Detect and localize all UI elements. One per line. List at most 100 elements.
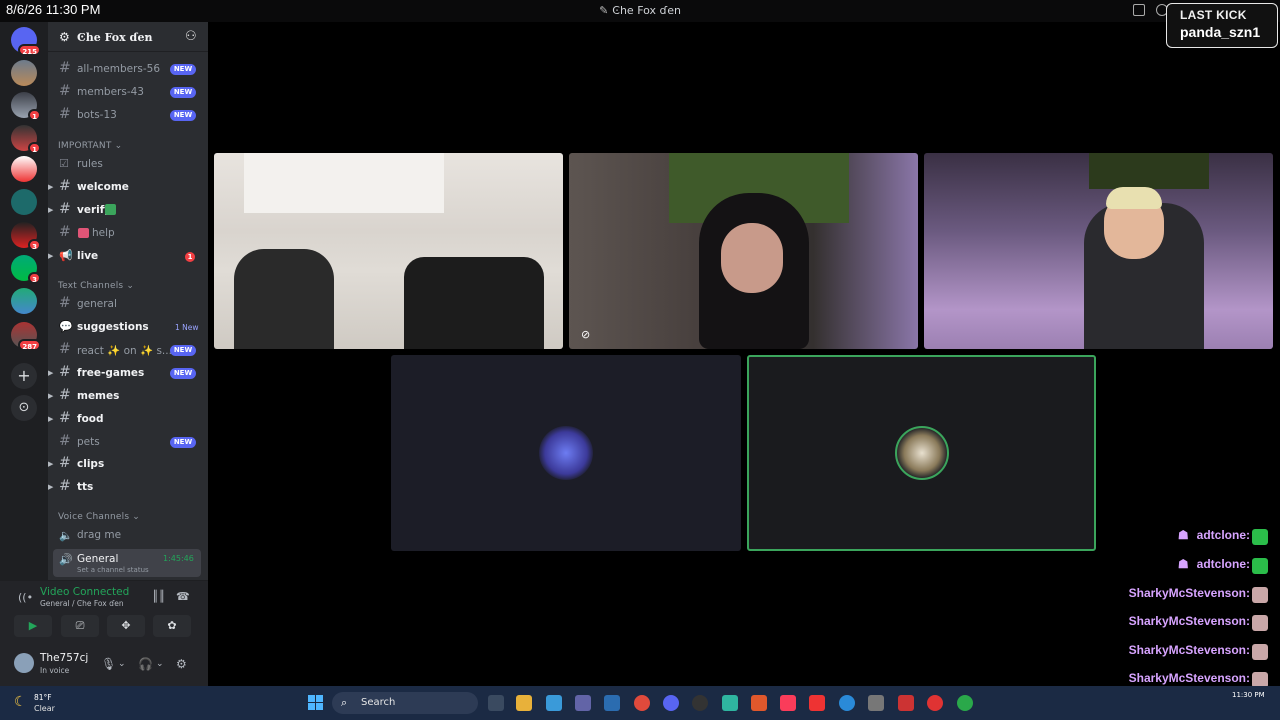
settings-icon[interactable]: ⚙ — [176, 657, 187, 671]
unread-arrow-icon: ▶ — [48, 460, 54, 468]
category-text-channels[interactable]: Text Channels ⌄ — [58, 281, 134, 291]
app-icon[interactable] — [722, 695, 738, 711]
screen-share-button[interactable]: ⎚ — [61, 615, 99, 637]
invite-icon[interactable]: ⚇ — [185, 29, 197, 44]
server-icon[interactable]: 3 — [11, 222, 41, 251]
chat-colon: : — [1246, 586, 1250, 600]
chat-colon: : — [1246, 671, 1250, 685]
chair-image — [234, 249, 334, 349]
brave-icon[interactable] — [751, 695, 767, 711]
channel-food[interactable]: ▶ # food — [48, 410, 208, 430]
weather-description[interactable]: Clear — [34, 704, 55, 713]
video-tile-avatar[interactable] — [391, 355, 741, 551]
channel-members[interactable]: # members-43 NEW — [48, 83, 208, 103]
server-icon[interactable]: 287 — [11, 322, 41, 351]
channel-all-members[interactable]: # all-members-56 NEW — [48, 60, 208, 80]
voice-channel-general[interactable]: 🔊 General 1:45:46 Set a channel status — [53, 549, 201, 577]
opera-icon[interactable] — [927, 695, 943, 711]
signal-icon[interactable]: ((• — [18, 591, 33, 604]
app-icon[interactable] — [898, 695, 914, 711]
channel-rules[interactable]: ☑ rules — [48, 155, 208, 175]
store-icon[interactable] — [604, 695, 620, 711]
voice-status: Video Connected — [40, 586, 130, 598]
chat-message: SharkyMcStevenson: — [1129, 614, 1250, 628]
tray-clock[interactable]: 11:30 PM — [1232, 691, 1265, 699]
channel-pets[interactable]: # pets NEW — [48, 433, 208, 453]
server-icon[interactable] — [11, 189, 37, 215]
direct-messages-button[interactable]: 215 — [11, 27, 41, 56]
avatar[interactable] — [14, 653, 34, 673]
server-icon[interactable] — [11, 156, 37, 182]
video-tile-kitchen[interactable] — [214, 153, 563, 349]
help-icon[interactable] — [839, 695, 855, 711]
soundboard-button[interactable]: ✿ — [153, 615, 191, 637]
channel-label: tts — [77, 481, 94, 493]
channel-label: memes — [77, 390, 120, 402]
chat-emote-icon — [1252, 529, 1268, 545]
windows-start-icon[interactable] — [308, 695, 324, 711]
inbox-icon[interactable] — [1133, 4, 1145, 16]
channel-help[interactable]: # help — [48, 224, 208, 244]
unread-arrow-icon: ▶ — [48, 415, 54, 423]
noise-suppression-icon[interactable]: ║║ — [152, 590, 165, 603]
chat-username: SharkyMcStevenson — [1128, 586, 1246, 600]
speaker-icon: 🔊 — [59, 553, 73, 566]
server-icon[interactable]: 3 — [11, 255, 41, 284]
file-explorer-icon[interactable] — [516, 695, 532, 711]
channel-free-games[interactable]: ▶ # free-games NEW — [48, 364, 208, 384]
channel-suggestions[interactable]: 💬 suggestions 1 New — [48, 318, 208, 338]
weather-temperature[interactable]: 81°F — [34, 693, 52, 702]
headphones-icon[interactable]: 🎧 — [138, 657, 153, 671]
app-icon[interactable] — [809, 695, 825, 711]
channel-bots[interactable]: # bots-13 NEW — [48, 106, 208, 126]
server-icon[interactable] — [11, 60, 37, 86]
taskbar-search[interactable]: ⌕ Search — [332, 692, 478, 714]
obs-icon[interactable] — [692, 695, 708, 711]
channel-tts[interactable]: ▶ # tts — [48, 478, 208, 498]
server-icon[interactable]: 1 — [11, 125, 41, 154]
copilot-icon[interactable] — [546, 695, 562, 711]
add-server-icon[interactable]: + — [11, 363, 37, 389]
server-settings-icon: ⚙ — [59, 30, 70, 44]
app-icon[interactable] — [868, 695, 884, 711]
last-kick-user: panda_szn1 — [1180, 24, 1261, 40]
channel-label: suggestions — [77, 321, 149, 333]
channel-react[interactable]: # react ✨ on ✨ s... NEW — [48, 341, 208, 361]
channel-live[interactable]: ▶ 📢 live 1 — [48, 247, 208, 267]
discover-icon[interactable]: ⊙ — [11, 395, 37, 421]
channel-clips[interactable]: ▶ # clips — [48, 455, 208, 475]
chat-badge-icon: ☗ — [1177, 528, 1189, 542]
channel-welcome[interactable]: ▶ # welcome — [48, 178, 208, 198]
server-icon[interactable]: 1 — [11, 92, 41, 121]
music-icon[interactable] — [780, 695, 796, 711]
task-view-icon[interactable] — [488, 695, 504, 711]
video-tile-speaking[interactable] — [747, 355, 1096, 551]
chrome-icon[interactable] — [634, 695, 650, 711]
unread-arrow-icon: ▶ — [48, 392, 54, 400]
video-tile-streamer[interactable]: ⊘ — [569, 153, 918, 349]
discord-icon[interactable] — [663, 695, 679, 711]
disconnect-icon[interactable]: ☎ — [176, 590, 190, 603]
discord-icon: ✎ — [599, 4, 609, 17]
server-icon[interactable] — [11, 288, 37, 314]
category-voice-channels[interactable]: Voice Channels ⌄ — [58, 512, 140, 522]
voice-channel-label: General — [77, 553, 119, 565]
chevron-down-icon[interactable]: ⌄ — [156, 659, 164, 669]
chat-username: adtclone — [1196, 528, 1246, 542]
activities-button[interactable]: ✥ — [107, 615, 145, 637]
camera-button[interactable]: ▶ — [14, 615, 52, 637]
chevron-down-icon[interactable]: ⌄ — [118, 659, 126, 669]
server-header[interactable]: ⚙ Ͼhe Fox ɗen ⌄ ⚇ — [48, 22, 208, 52]
channel-verify[interactable]: ▶ # verify — [48, 201, 208, 221]
video-tile-streamer-2[interactable] — [924, 153, 1273, 349]
channel-status-prompt[interactable]: Set a channel status — [77, 566, 149, 574]
search-placeholder: Search — [361, 697, 396, 708]
teams-icon[interactable] — [575, 695, 591, 711]
xbox-icon[interactable] — [957, 695, 973, 711]
microphone-icon[interactable]: 🎙 — [101, 657, 116, 671]
hash-icon: # — [59, 295, 71, 311]
channel-general[interactable]: # general — [48, 295, 208, 315]
chat-message: ☗ adtclone: — [1178, 557, 1250, 571]
channel-memes[interactable]: ▶ # memes — [48, 387, 208, 407]
category-important[interactable]: IMPORTANT ⌄ — [58, 141, 122, 151]
